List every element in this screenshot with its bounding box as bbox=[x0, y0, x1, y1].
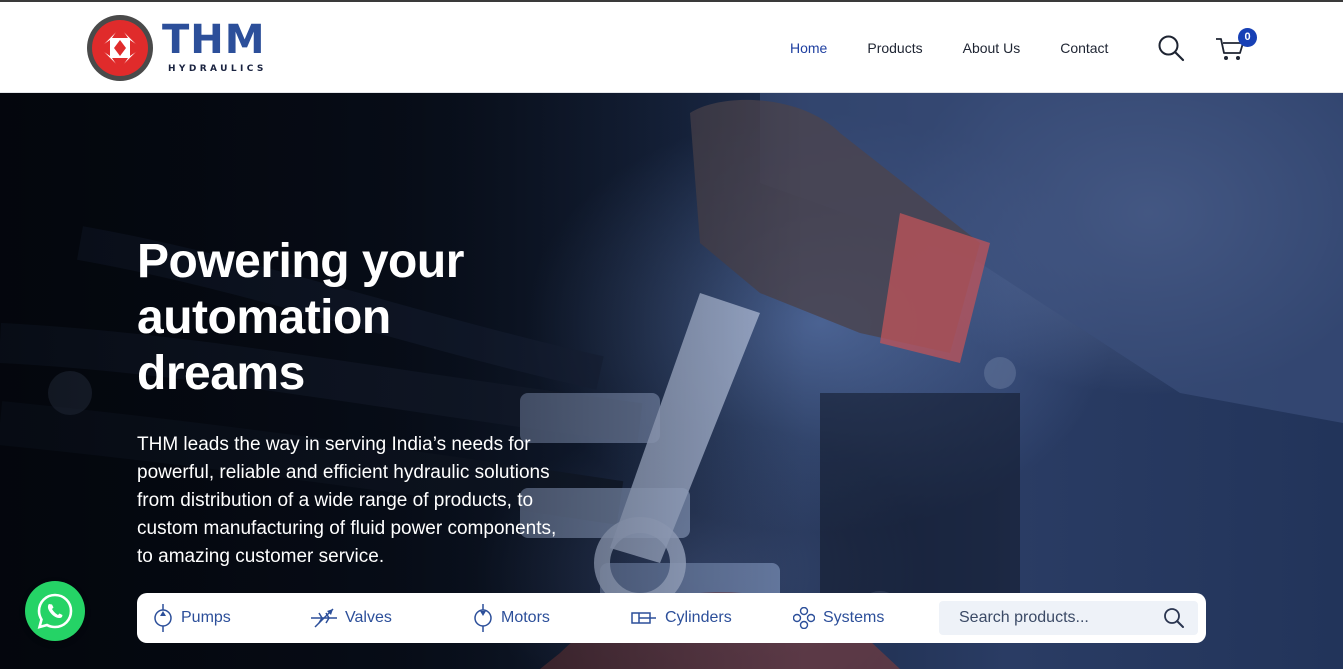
logo-wordmark: THM bbox=[162, 17, 266, 63]
product-search-input[interactable] bbox=[939, 601, 1159, 635]
cart-count-badge: 0 bbox=[1238, 28, 1257, 47]
whatsapp-icon bbox=[37, 593, 73, 629]
category-bar: Pumps Valves Motors Cylinders Systems Se… bbox=[137, 593, 1206, 643]
nav-contact[interactable]: Contact bbox=[1060, 40, 1108, 56]
category-motors[interactable]: Motors bbox=[473, 593, 550, 643]
site-logo[interactable]: THM HYDRAULICS bbox=[86, 14, 266, 82]
hero-title-line-1: Powering your bbox=[137, 235, 464, 288]
nav-about-us[interactable]: About Us bbox=[963, 40, 1021, 56]
category-label: Cylinders bbox=[665, 609, 732, 626]
hero-description: THM leads the way in serving India’s nee… bbox=[137, 434, 557, 567]
nav-home[interactable]: Home bbox=[790, 40, 827, 56]
category-label: Systems bbox=[823, 609, 885, 626]
motor-icon bbox=[474, 604, 492, 632]
search-icon[interactable] bbox=[1163, 607, 1185, 629]
valve-icon bbox=[311, 608, 337, 628]
site-header: THM HYDRAULICS Home Products About Us Co… bbox=[0, 2, 1343, 93]
cylinder-icon bbox=[631, 612, 656, 624]
main-nav: Home Products About Us Contact bbox=[770, 2, 1128, 93]
category-pumps[interactable]: Pumps bbox=[153, 593, 231, 643]
search-icon[interactable] bbox=[1157, 34, 1185, 62]
product-search bbox=[939, 601, 1198, 635]
hero-title: Powering your automation dreams bbox=[137, 234, 557, 402]
hero-section: Powering your automation dreams THM lead… bbox=[0, 93, 1343, 669]
category-label: Pumps bbox=[181, 609, 231, 626]
hero-title-line-2: automation bbox=[137, 291, 391, 344]
hero-title-line-3: dreams bbox=[137, 347, 305, 400]
category-label: Valves bbox=[345, 609, 392, 626]
category-valves[interactable]: Valves bbox=[311, 593, 392, 643]
systems-icon bbox=[793, 607, 815, 629]
category-cylinders[interactable]: Cylinders bbox=[631, 593, 732, 643]
whatsapp-button[interactable] bbox=[25, 581, 85, 641]
nav-products[interactable]: Products bbox=[867, 40, 922, 56]
category-label: Motors bbox=[501, 609, 550, 626]
pump-icon bbox=[154, 604, 172, 632]
thm-logo-mark-icon bbox=[87, 15, 153, 81]
logo-tagline: HYDRAULICS bbox=[168, 64, 267, 74]
category-systems[interactable]: Systems bbox=[793, 593, 884, 643]
